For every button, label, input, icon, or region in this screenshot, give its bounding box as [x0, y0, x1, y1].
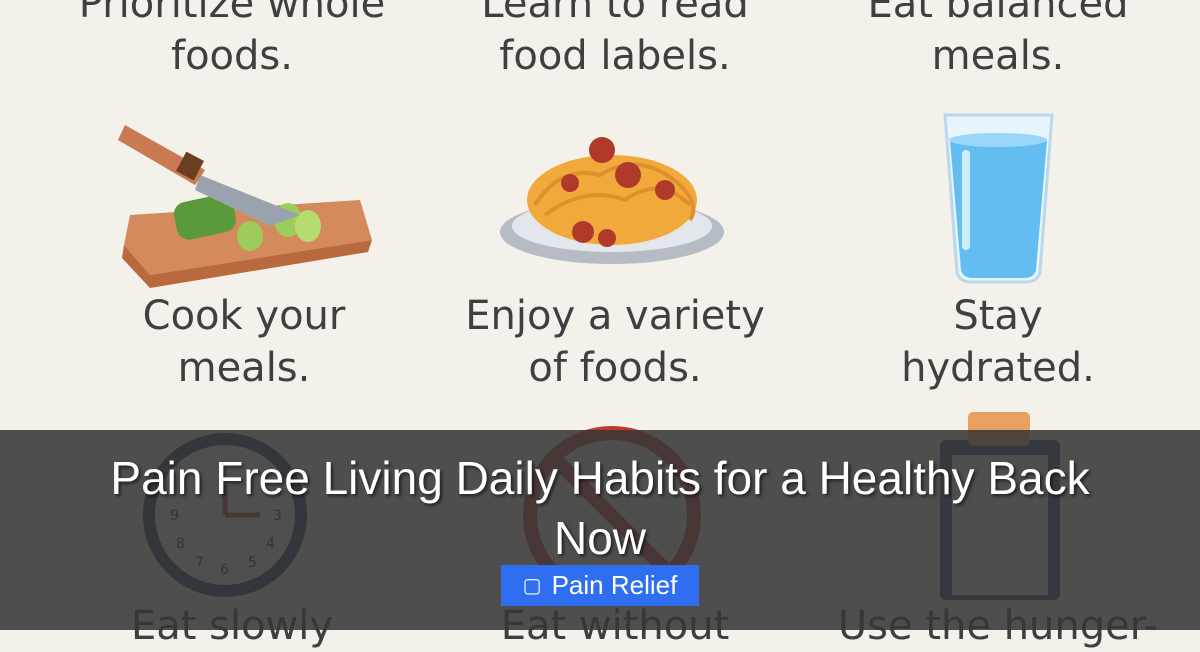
caption-line: food labels. — [499, 33, 731, 79]
tile-caption-balanced-meals: Eat balanced meals. — [818, 0, 1178, 82]
spaghetti-plate-icon — [500, 137, 724, 264]
caption-line: Eat balanced — [867, 0, 1129, 27]
tile-caption-hydrated: Stay hydrated. — [818, 290, 1178, 394]
tag-icon: ▢ — [522, 575, 542, 597]
tile-caption-cook-meals: Cook your meals. — [64, 290, 424, 394]
post-title[interactable]: Pain Free Living Daily Habits for a Heal… — [60, 448, 1140, 568]
caption-line: hydrated. — [901, 345, 1095, 391]
category-badge-button[interactable]: ▢ Pain Relief — [501, 565, 699, 606]
tile-caption-food-labels: Learn to read food labels. — [435, 0, 795, 82]
caption-line: Prioritize whole — [78, 0, 386, 27]
caption-line: meals. — [931, 33, 1065, 79]
tile-caption-whole-foods: Prioritize whole foods. — [52, 0, 412, 82]
cutting-board-icon — [118, 125, 372, 288]
category-label: Pain Relief — [551, 570, 678, 600]
caption-line: foods. — [171, 33, 293, 79]
water-glass-icon — [943, 113, 1054, 284]
caption-line: Enjoy a variety — [465, 293, 765, 339]
caption-line: Stay — [953, 293, 1043, 339]
caption-line: meals. — [177, 345, 311, 391]
tile-caption-variety: Enjoy a variety of foods. — [435, 290, 795, 394]
caption-line: Learn to read — [481, 0, 749, 27]
caption-line: Cook your — [142, 293, 346, 339]
caption-line: of foods. — [528, 345, 702, 391]
